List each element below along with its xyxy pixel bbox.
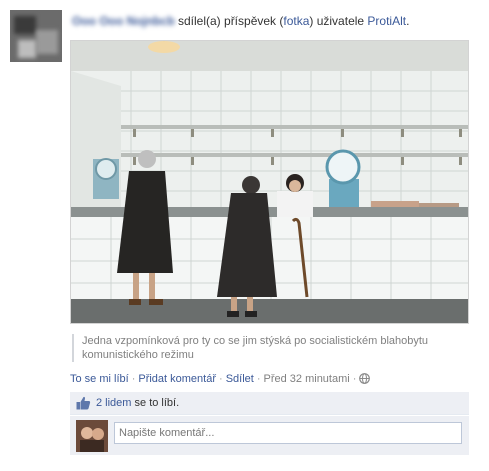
likes-suffix: se to líbí. <box>131 397 180 409</box>
likes-bar: 2 lidem se to líbí. <box>70 392 469 415</box>
headline-period: . <box>406 14 410 28</box>
story-headline: Ooo Ooo Nojnbcb sdílel(a) příspěvek (fot… <box>72 14 482 29</box>
likes-text: 2 lidem se to líbí. <box>96 392 179 415</box>
likes-count-link[interactable]: 2 lidem <box>96 397 131 409</box>
add-comment-link[interactable]: Přidat komentář <box>138 373 216 385</box>
separator: · <box>352 373 357 385</box>
share-link[interactable]: Sdílet <box>226 373 254 385</box>
viewer-avatar <box>76 420 108 452</box>
page-name-link[interactable]: ProtiAlt <box>367 14 406 28</box>
author-avatar[interactable] <box>10 10 62 62</box>
shared-photo[interactable] <box>70 40 469 324</box>
shared-text: sdílel(a) příspěvek ( <box>178 14 284 28</box>
separator: · <box>219 373 223 385</box>
post-caption: Jedna vzpomínková pro ty co se jim stýsk… <box>72 334 477 362</box>
story-actions: To se mi líbí · Přidat komentář · Sdílet · Pře… <box>70 373 480 387</box>
separator: · <box>256 373 261 385</box>
butcher-shop-photo <box>71 41 468 323</box>
owner-prefix: ) uživatele <box>309 14 368 28</box>
feed-story: Ooo Ooo Nojnbcb sdílel(a) příspěvek (fot… <box>0 0 489 471</box>
like-link[interactable]: To se mi líbí <box>70 373 129 385</box>
timestamp-link[interactable]: Před 32 minutami <box>264 373 350 385</box>
author-name-link[interactable]: Ooo Ooo Nojnbcb <box>72 14 175 28</box>
separator: · <box>131 373 136 385</box>
photo-link[interactable]: fotka <box>283 14 309 28</box>
comment-input[interactable] <box>114 422 462 444</box>
comment-composer <box>70 416 469 455</box>
globe-icon <box>359 373 371 387</box>
